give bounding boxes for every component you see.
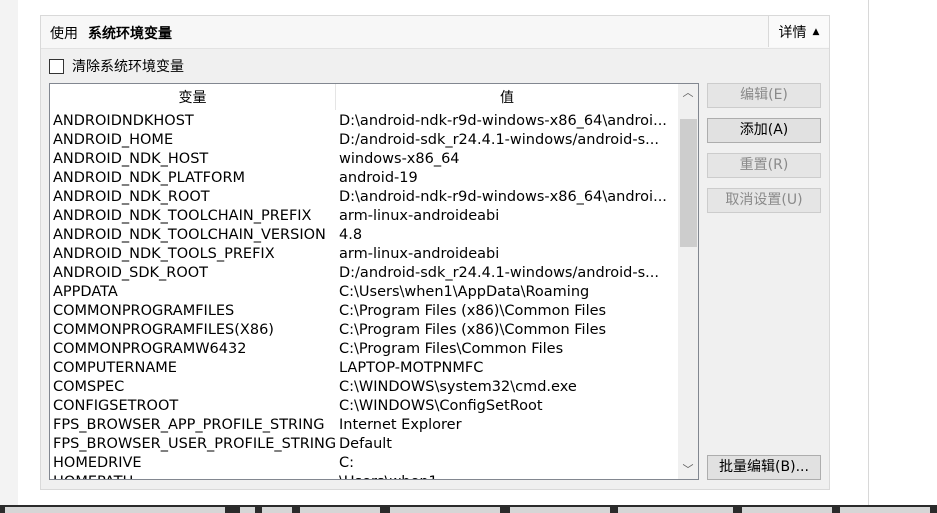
table-row[interactable]: FPS_BROWSER_APP_PROFILE_STRING Internet E…	[50, 416, 678, 435]
table-row[interactable]: ANDROID_NDK_ROOT D:\android-ndk-r9d-windo…	[50, 188, 678, 207]
variable-value-cell: LAPTOP-MOTPNMFC	[339, 360, 484, 376]
variable-value-cell: C:\Program Files (x86)\Common Files	[339, 322, 607, 338]
edit-button[interactable]: 编辑(E)	[707, 83, 821, 108]
variable-name-cell: FPS_BROWSER_USER_PROFILE_STRING	[53, 436, 335, 452]
variable-name-cell: COMMONPROGRAMFILES(X86)	[53, 322, 274, 338]
taskbar-item[interactable]	[840, 507, 930, 513]
right-panel-edge	[868, 0, 937, 505]
taskbar-item[interactable]	[510, 507, 610, 513]
variable-value-cell: C:\Users\when1\AppData\Roaming	[339, 284, 590, 300]
taskbar-item[interactable]	[618, 507, 733, 513]
details-label: 详情	[778, 24, 807, 41]
table-row[interactable]: ANDROID_HOME D:/android-sdk_r24.4.1-windo…	[50, 131, 678, 150]
taskbar-item[interactable]	[300, 507, 380, 513]
group-title-name: 系统环境变量	[88, 26, 172, 42]
add-button[interactable]: 添加(A)	[707, 118, 821, 143]
taskbar-item[interactable]	[5, 507, 225, 513]
variable-value-cell: D:\android-ndk-r9d-windows-x86_64\androi…	[339, 113, 667, 129]
vertical-scrollbar[interactable]: ︿ ﹀	[678, 84, 698, 479]
variable-name-cell: CONFIGSETROOT	[53, 398, 179, 414]
variable-name-cell: HOMEDRIVE	[53, 455, 142, 471]
variable-value-cell: windows-x86_64	[339, 151, 460, 167]
table-row[interactable]: COMMONPROGRAMFILES(X86) C:\Program Files …	[50, 321, 678, 340]
variable-name-cell: ANDROID_NDK_TOOLCHAIN_PREFIX	[53, 208, 312, 224]
unset-button[interactable]: 取消设置(U)	[707, 188, 821, 213]
table-row[interactable]: HOMEDRIVE C:	[50, 454, 678, 473]
column-header-value[interactable]: 值	[336, 84, 678, 110]
variable-value-cell: \Users\when1	[339, 473, 677, 479]
variable-value-cell: 4.8	[339, 227, 363, 243]
list-header: 变量 值	[50, 84, 678, 110]
table-row[interactable]: CONFIGSETROOT C:\WINDOWS\ConfigSetRoot	[50, 397, 678, 416]
variable-name-cell: COMMONPROGRAMW6432	[53, 341, 247, 357]
group-title-prefix: 使用	[50, 26, 78, 42]
scroll-up-icon[interactable]: ︿	[678, 84, 698, 102]
variable-name-cell: ANDROID_NDK_HOST	[53, 151, 209, 167]
table-row[interactable]: ANDROID_NDK_TOOLCHAIN_VERSION 4.8	[50, 226, 678, 245]
variable-name-cell: ANDROID_NDK_TOOLS_PREFIX	[53, 246, 275, 262]
variable-value-cell: android-19	[339, 170, 418, 186]
variable-name-cell: FPS_BROWSER_APP_PROFILE_STRING	[53, 417, 325, 433]
batch-edit-button[interactable]: 批量编辑(B)...	[707, 455, 821, 480]
scroll-thumb[interactable]	[680, 119, 697, 247]
table-row[interactable]: COMMONPROGRAMFILES C:\Program Files (x86)…	[50, 302, 678, 321]
variable-name-cell: COMMONPROGRAMFILES	[53, 303, 235, 319]
table-row[interactable]: COMMONPROGRAMW6432 C:\Program Files\Commo…	[50, 340, 678, 359]
left-background	[0, 0, 18, 513]
env-variable-list[interactable]: 变量 值 ANDROIDNDKHOST D:\android-ndk-r9d-wi…	[49, 83, 699, 480]
variable-name-cell: ANDROIDNDKHOST	[53, 113, 194, 129]
column-header-variable[interactable]: 变量	[50, 84, 336, 110]
list-rows: ANDROIDNDKHOST D:\android-ndk-r9d-windows…	[50, 112, 678, 479]
table-row[interactable]: APPDATA C:\Users\when1\AppData\Roaming	[50, 283, 678, 302]
taskbar	[0, 505, 937, 513]
variable-value-cell: C:\WINDOWS\system32\cmd.exe	[339, 379, 577, 395]
variable-value-cell: D:/android-sdk_r24.4.1-windows/android-s…	[339, 265, 660, 281]
variable-name-cell: COMPUTERNAME	[53, 360, 177, 376]
group-title: 使用 系统环境变量	[50, 23, 172, 43]
variable-value-cell: C:\Program Files (x86)\Common Files	[339, 303, 607, 319]
taskbar-item[interactable]	[262, 507, 292, 513]
variable-value-cell: C:\Program Files\Common Files	[339, 341, 564, 357]
variable-value-cell: Default	[339, 436, 392, 452]
variable-name-cell: ANDROID_NDK_ROOT	[53, 189, 210, 205]
variable-value-cell: D:/android-sdk_r24.4.1-windows/android-s…	[339, 132, 660, 148]
table-row[interactable]: ANDROID_NDK_TOOLS_PREFIX arm-linux-androi…	[50, 245, 678, 264]
variable-name-cell: ANDROID_SDK_ROOT	[53, 265, 208, 281]
variable-value-cell: C:\WINDOWS\ConfigSetRoot	[339, 398, 543, 414]
clear-system-env-checkbox[interactable]	[49, 58, 64, 74]
table-row[interactable]: ANDROIDNDKHOST D:\android-ndk-r9d-windows…	[50, 112, 678, 131]
variable-value-cell: Internet Explorer	[339, 417, 462, 433]
table-row[interactable]: ANDROID_NDK_TOOLCHAIN_PREFIX arm-linux-an…	[50, 207, 678, 226]
reset-button[interactable]: 重置(R)	[707, 153, 821, 178]
scroll-down-icon[interactable]: ﹀	[678, 461, 698, 479]
taskbar-item[interactable]	[742, 507, 832, 513]
table-row[interactable]: COMSPEC C:\WINDOWS\system32\cmd.exe	[50, 378, 678, 397]
variable-name-cell: ANDROID_HOME	[53, 132, 174, 148]
clear-system-env-label: 清除系统环境变量	[72, 59, 184, 75]
table-row[interactable]: ANDROID_NDK_PLATFORM android-19	[50, 169, 678, 188]
table-row[interactable]: FPS_BROWSER_USER_PROFILE_STRING Default	[50, 435, 678, 454]
taskbar-item[interactable]	[240, 507, 255, 513]
variable-name-cell: COMSPEC	[53, 379, 125, 395]
caret-up-icon: ▲	[812, 26, 820, 37]
table-row[interactable]: COMPUTERNAME LAPTOP-MOTPNMFC	[50, 359, 678, 378]
variable-value-cell: D:\android-ndk-r9d-windows-x86_64\androi…	[339, 189, 667, 205]
variable-name-cell: HOMEPATH	[53, 473, 335, 479]
variable-name-cell: APPDATA	[53, 284, 118, 300]
clear-system-env-option[interactable]: 清除系统环境变量	[49, 56, 184, 76]
variable-value-cell: arm-linux-androideabi	[339, 208, 500, 224]
variable-value-cell: arm-linux-androideabi	[339, 246, 500, 262]
details-button[interactable]: 详情 ▲	[768, 16, 829, 47]
table-row[interactable]: HOMEPATH \Users\when1	[50, 473, 678, 479]
variable-name-cell: ANDROID_NDK_TOOLCHAIN_VERSION	[53, 227, 326, 243]
taskbar-item[interactable]	[390, 507, 500, 513]
table-row[interactable]: ANDROID_NDK_HOST windows-x86_64	[50, 150, 678, 169]
table-row[interactable]: ANDROID_SDK_ROOT D:/android-sdk_r24.4.1-w…	[50, 264, 678, 283]
variable-name-cell: ANDROID_NDK_PLATFORM	[53, 170, 246, 186]
variable-value-cell: C:	[339, 455, 355, 471]
group-header: 使用 系统环境变量 详情 ▲	[41, 16, 829, 49]
